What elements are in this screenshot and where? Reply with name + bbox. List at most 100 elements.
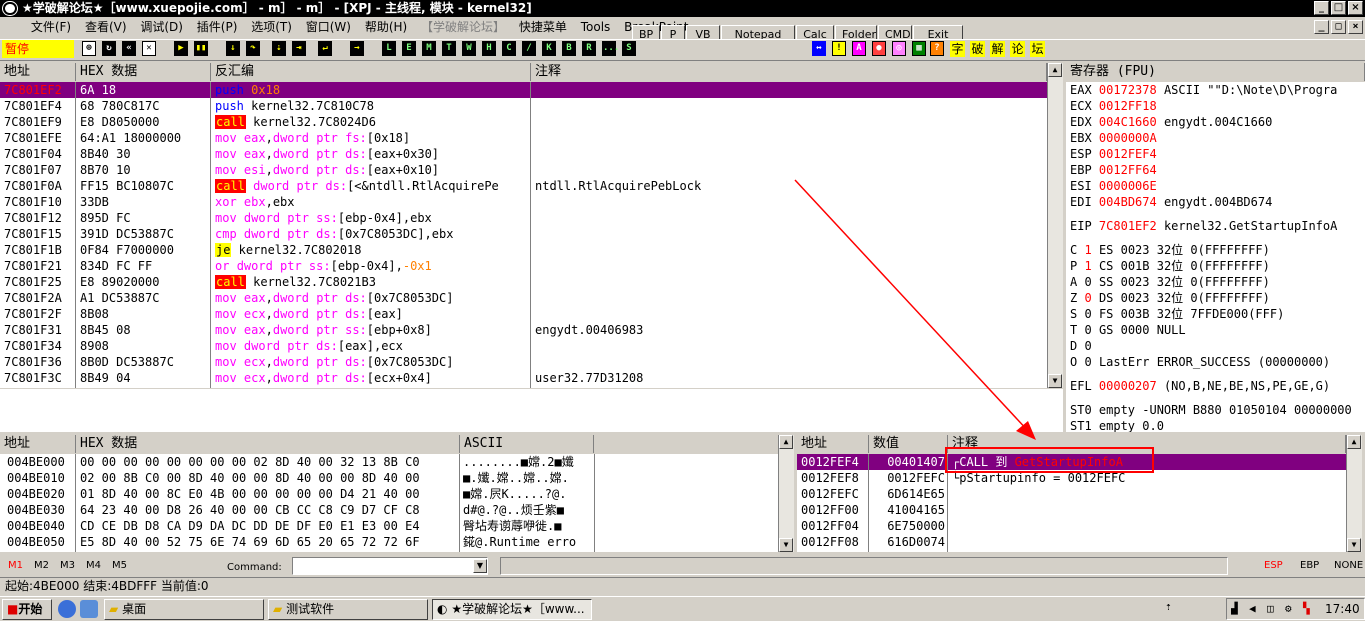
tool-letter-3[interactable]: T [442, 41, 456, 56]
scroll-up-icon[interactable]: ▲ [1048, 63, 1062, 77]
cpu-hex-header[interactable]: HEX 数据 [76, 63, 211, 81]
tool-letter-12[interactable]: S [622, 41, 636, 56]
taskbar-item-debugger[interactable]: ◐ ★学破解论坛★［www... [432, 599, 592, 620]
register-ecx[interactable]: ECX 0012FF18 [1070, 98, 1365, 114]
register-efl[interactable]: EFL 00000207 (NO,B,NE,BE,NS,PE,GE,G) [1070, 378, 1365, 394]
tool-letter-4[interactable]: W [462, 41, 476, 56]
rewind-icon[interactable]: « [122, 41, 136, 56]
stack-scroll-up-icon[interactable]: ▲ [1347, 435, 1361, 449]
register-edi[interactable]: EDI 004BD674 engydt.004BD674 [1070, 194, 1365, 210]
menu-tools[interactable]: Tools [576, 17, 616, 38]
flag-z[interactable]: Z 0 DS 0023 32位 0(FFFFFFFF) [1070, 290, 1365, 306]
execute-till-return-icon[interactable]: ↵ [318, 41, 332, 56]
scroll-down-icon[interactable]: ▼ [1048, 374, 1062, 388]
start-button[interactable]: ■开始 [2, 599, 52, 620]
child-restore-button[interactable]: □ [1331, 20, 1346, 34]
network-icon[interactable]: ▟ [1231, 602, 1238, 615]
stack-row[interactable]: 0012FEFC 6D614E65 [797, 486, 1346, 502]
dump-row[interactable]: 004BE040 CD CE DB D8 CA D9 DA DC DD DE DF… [0, 518, 778, 534]
stack-mode-none[interactable]: NONE [1334, 560, 1363, 571]
cpu-row[interactable]: 7C801EF4 68 780C817C push kernel32.7C810C7… [0, 98, 1047, 114]
step-into-icon[interactable]: ↓ [226, 41, 240, 56]
tool-letter-1[interactable]: E [402, 41, 416, 56]
restart-icon[interactable]: ↻ [102, 41, 116, 56]
register-esi[interactable]: ESI 0000006E [1070, 178, 1365, 194]
fpu-register-0[interactable]: ST0 empty -UNORM B880 01050104 00000000 [1070, 402, 1365, 418]
registers-pane[interactable]: EAX 00172378 ASCII ""D:\Note\D\Progra ECX… [1066, 82, 1365, 432]
menu-file[interactable]: 文件(F) [26, 17, 76, 38]
mem-tab-3[interactable]: M3 [60, 560, 75, 571]
menu-debug[interactable]: 调试(D) [135, 17, 188, 38]
dump-hex-header[interactable]: HEX 数据 [76, 435, 460, 453]
register-eip[interactable]: EIP 7C801EF2 kernel32.GetStartupInfoA [1070, 218, 1365, 234]
a-icon[interactable]: A [852, 41, 866, 56]
register-edx[interactable]: EDX 004C1660 engydt.004C1660 [1070, 114, 1365, 130]
menu-forum[interactable]: 【学破解论坛】 [416, 17, 510, 38]
trace-over-icon[interactable]: ⇥ [292, 41, 306, 56]
tool-zi[interactable]: 字 [950, 41, 965, 57]
goto-icon[interactable]: → [350, 41, 364, 56]
cpu-addr-header[interactable]: 地址 [0, 63, 76, 81]
flag-s[interactable]: S 0 FS 003B 32位 7FFDE000(FFF) [1070, 306, 1365, 322]
menu-window[interactable]: 窗口(W) [301, 17, 356, 38]
dump-scrollbar[interactable]: ▲ ▼ [778, 435, 794, 552]
volume-icon[interactable]: ◀ [1249, 602, 1256, 615]
menu-shortcut[interactable]: 快捷菜单 [514, 17, 572, 38]
flag-o[interactable]: O 0 LastErr ERROR_SUCCESS (00000000) [1070, 354, 1365, 370]
dump-row[interactable]: 004BE050 E5 8D 40 00 52 75 6E 74 69 6D 65… [0, 534, 778, 550]
stack-mode-esp[interactable]: ESP [1264, 560, 1283, 571]
cpu-disasm-header[interactable]: 反汇编 [211, 63, 531, 81]
mem-tab-2[interactable]: M2 [34, 560, 49, 571]
plugin-icon[interactable]: ↔ [812, 41, 826, 56]
register-ebx[interactable]: EBX 0000000A [1070, 130, 1365, 146]
minimize-button[interactable]: _ [1314, 1, 1329, 15]
show-desktop-icon[interactable] [80, 600, 98, 618]
trace-into-icon[interactable]: ⇣ [272, 41, 286, 56]
tray-settings-icon[interactable]: ⚙ [1285, 602, 1292, 615]
command-dropdown-icon[interactable]: ▼ [473, 559, 487, 573]
flag-c[interactable]: C 1 ES 0023 32位 0(FFFFFFFF) [1070, 242, 1365, 258]
dump-scroll-down-icon[interactable]: ▼ [779, 538, 793, 552]
flag-p[interactable]: P 1 CS 001B 32位 0(FFFFFFFF) [1070, 258, 1365, 274]
step-over-icon[interactable]: ↷ [246, 41, 260, 56]
flag-a[interactable]: A 0 SS 0023 32位 0(FFFFFFFF) [1070, 274, 1365, 290]
tool-letter-9[interactable]: B [562, 41, 576, 56]
tool-jie[interactable]: 解 [990, 41, 1005, 57]
menu-plugins[interactable]: 插件(P) [192, 17, 243, 38]
pause-icon[interactable]: ▮▮ [194, 41, 208, 56]
stack-scroll-down-icon[interactable]: ▼ [1347, 538, 1361, 552]
flag-t[interactable]: T 0 GS 0000 NULL [1070, 322, 1365, 338]
cpu-row[interactable]: 7C801F04 8B40 30 mov eax,dword ptr ds:[eax… [0, 146, 1047, 162]
tool-letter-2[interactable]: M [422, 41, 436, 56]
register-eax[interactable]: EAX 00172378 ASCII ""D:\Note\D\Progra [1070, 82, 1365, 98]
open-icon[interactable]: ⊕ [82, 41, 96, 56]
dump-row[interactable]: 004BE010 02 00 8B C0 00 8D 40 00 00 8D 40… [0, 470, 778, 486]
stop-icon[interactable]: ● [872, 41, 886, 56]
tool-letter-6[interactable]: C [502, 41, 516, 56]
ie-icon[interactable] [58, 600, 76, 618]
tool-letter-5[interactable]: H [482, 41, 496, 56]
cpu-row[interactable]: 7C801EF2 6A 18 push 0x18 [0, 82, 1047, 98]
tool-lun[interactable]: 论 [1010, 41, 1025, 57]
menu-options[interactable]: 选项(T) [246, 17, 297, 38]
taskbar-item-desktop[interactable]: ▰ 桌面 [104, 599, 264, 620]
register-esp[interactable]: ESP 0012FEF4 [1070, 146, 1365, 162]
cpu-row[interactable]: 7C801EFE 64:A1 18000000 mov eax,dword ptr … [0, 130, 1047, 146]
stack-row[interactable]: 0012FF00 41004165 [797, 502, 1346, 518]
tool-letter-8[interactable]: K [542, 41, 556, 56]
dump-ascii-header[interactable]: ASCII [460, 435, 594, 453]
child-close-button[interactable]: × [1348, 20, 1363, 34]
stack-scrollbar[interactable]: ▲ ▼ [1346, 435, 1362, 552]
menu-view[interactable]: 查看(V) [80, 17, 132, 38]
command-input[interactable]: ▼ [292, 557, 488, 575]
tray-arrow-icon[interactable]: ⇡ [1165, 600, 1177, 616]
tool-tan[interactable]: 坛 [1030, 41, 1045, 57]
mark-icon[interactable]: ! [832, 41, 846, 56]
tool-letter-11[interactable]: ... [602, 41, 619, 56]
stack-row[interactable]: 0012FF04 6E750000 [797, 518, 1346, 534]
mem-tab-1[interactable]: M1 [8, 560, 23, 571]
close-button[interactable]: × [1348, 1, 1363, 15]
target-icon[interactable]: ◎ [892, 41, 906, 56]
tool-po[interactable]: 破 [970, 41, 985, 57]
register-ebp[interactable]: EBP 0012FF64 [1070, 162, 1365, 178]
